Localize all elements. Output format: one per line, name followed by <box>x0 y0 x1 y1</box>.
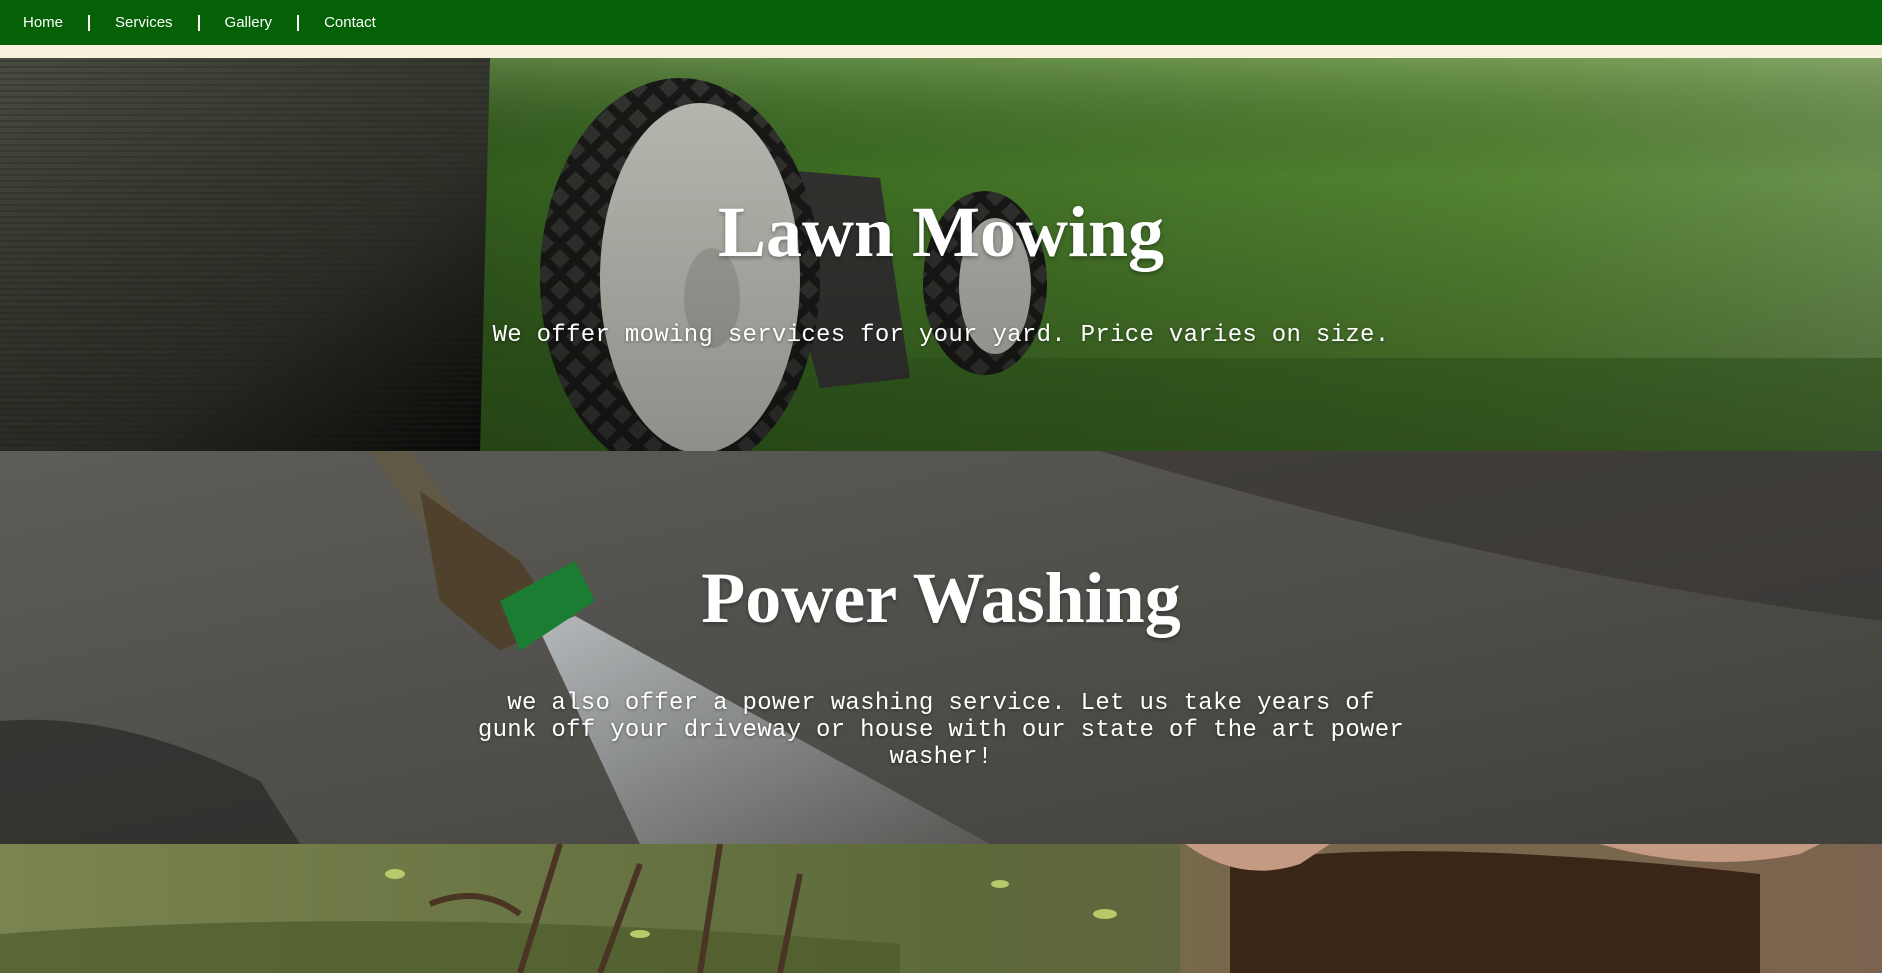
nav-separator <box>197 14 200 31</box>
header-divider-strip <box>0 45 1882 58</box>
lawn-mowing-description: We offer mowing services for your yard. … <box>492 322 1390 349</box>
garden-soil-background-image <box>0 844 1882 973</box>
nav-link-home[interactable]: Home <box>23 14 63 32</box>
nav-separator <box>297 14 300 31</box>
power-washing-content: Power Washing we also offer a power wash… <box>0 558 1882 771</box>
top-navigation: Home Services Gallery Contact <box>0 0 1882 45</box>
nav-list: Home Services Gallery Contact <box>0 0 1882 45</box>
power-washing-description: we also offer a power washing service. L… <box>477 690 1405 771</box>
lawn-mowing-content: Lawn Mowing We offer mowing services for… <box>0 192 1882 349</box>
power-washing-title: Power Washing <box>701 558 1181 638</box>
power-washing-section: Power Washing we also offer a power wash… <box>0 451 1882 844</box>
nav-separator <box>88 14 91 31</box>
nav-link-services[interactable]: Services <box>115 14 173 32</box>
lawn-mowing-title: Lawn Mowing <box>717 192 1165 272</box>
nav-link-gallery[interactable]: Gallery <box>225 14 273 32</box>
landscaping-section <box>0 844 1882 973</box>
lawn-mowing-section: Lawn Mowing We offer mowing services for… <box>0 58 1882 451</box>
nav-link-contact[interactable]: Contact <box>324 14 376 32</box>
